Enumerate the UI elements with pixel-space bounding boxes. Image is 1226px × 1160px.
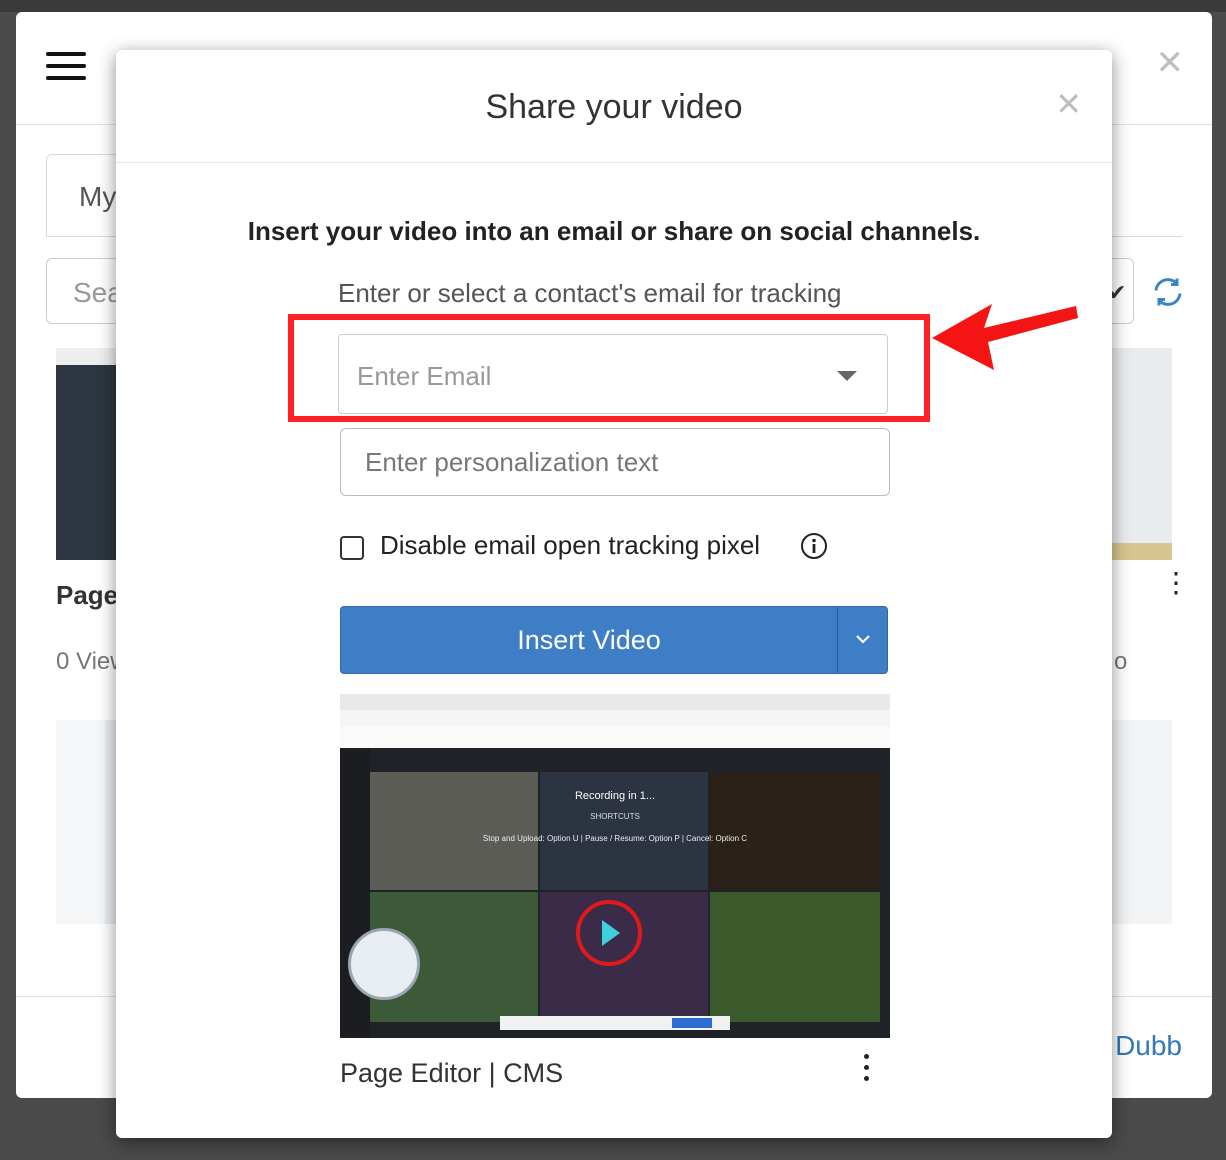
play-icon xyxy=(602,920,620,946)
modal-header: Share your video ✕ xyxy=(116,50,1112,163)
backdrop xyxy=(0,0,1226,12)
close-icon[interactable]: ✕ xyxy=(1055,88,1082,120)
share-video-modal: Share your video ✕ Insert your video int… xyxy=(116,50,1112,1138)
insert-video-button[interactable]: Insert Video xyxy=(340,606,888,674)
annotation-arrow-icon xyxy=(932,304,1078,370)
kebab-icon[interactable] xyxy=(864,1054,872,1086)
annotation-highlight-box xyxy=(288,314,930,422)
refresh-icon[interactable] xyxy=(1150,274,1186,310)
personalization-placeholder: Enter personalization text xyxy=(365,447,659,477)
shortcuts-text: SHORTCUTS xyxy=(590,812,640,821)
stop-sharing-button xyxy=(672,1018,712,1028)
play-button[interactable] xyxy=(576,900,642,966)
preview-grid xyxy=(370,772,880,1022)
modal-title: Share your video xyxy=(485,88,743,126)
button-divider xyxy=(837,607,838,673)
info-icon[interactable] xyxy=(800,532,828,560)
brand-link[interactable]: Dubb xyxy=(1115,1030,1182,1062)
background-close-icon[interactable]: ✕ xyxy=(1156,46,1185,80)
avatar-logo xyxy=(348,928,420,1000)
video-thumbnail[interactable] xyxy=(1112,348,1172,560)
email-hint: Enter or select a contact's email for tr… xyxy=(338,278,842,308)
checkbox-label: Disable email open tracking pixel xyxy=(380,530,761,560)
card-views: o xyxy=(1114,648,1128,675)
hamburger-icon[interactable] xyxy=(46,52,86,80)
recording-text: Recording in 1... xyxy=(574,790,656,802)
controls-text: Stop and Upload: Option U | Pause / Resu… xyxy=(482,834,748,843)
tab-label: My xyxy=(79,181,117,212)
lead-text: Insert your video into an email or share… xyxy=(247,216,981,246)
chevron-down-icon[interactable] xyxy=(853,629,873,649)
preview-browser-bar xyxy=(340,694,890,748)
personalization-input[interactable]: Enter personalization text xyxy=(340,428,890,496)
video-title: Page Editor | CMS xyxy=(340,1058,564,1088)
preview-tile xyxy=(710,892,880,1022)
video-preview[interactable]: Recording in 1... SHORTCUTS Stop and Upl… xyxy=(340,694,890,1038)
video-thumbnail[interactable] xyxy=(1112,720,1172,924)
screen-share-bar xyxy=(500,1016,730,1030)
insert-video-label: Insert Video xyxy=(517,625,661,655)
card-title: Page xyxy=(56,580,119,610)
disable-tracking-checkbox[interactable] xyxy=(340,536,364,560)
kebab-icon[interactable]: ⋮ xyxy=(1162,569,1190,597)
